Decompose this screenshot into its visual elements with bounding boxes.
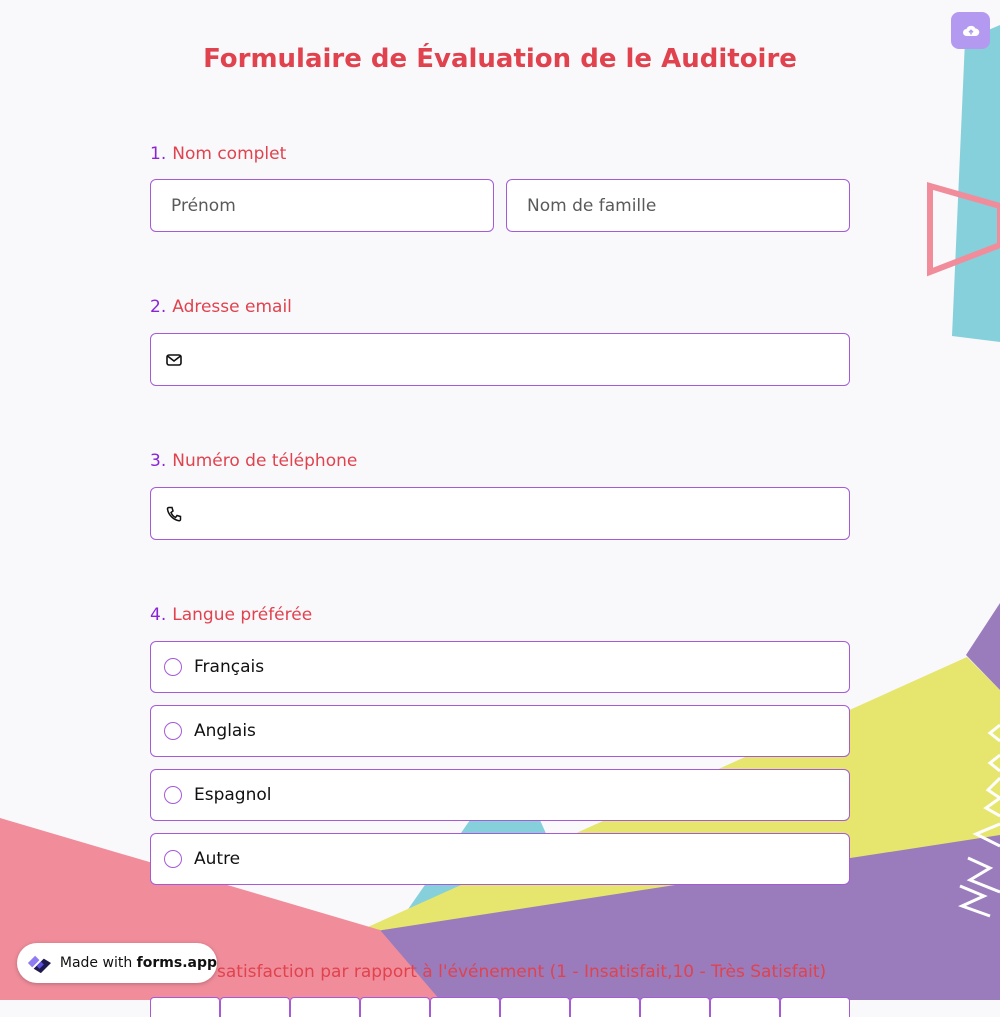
rating-option-7[interactable] (570, 997, 640, 1017)
option-espagnol[interactable]: Espagnol (150, 769, 850, 821)
rating-option-5[interactable] (430, 997, 500, 1017)
rating-option-1[interactable] (150, 997, 220, 1017)
rating-option-3[interactable] (290, 997, 360, 1017)
question-number: 3. (150, 451, 167, 471)
question-5-label: satisfaction par rapport à l'événement (… (217, 962, 827, 982)
rating-option-4[interactable] (360, 997, 430, 1017)
question-text: Numéro de téléphone (172, 451, 358, 471)
last-name-placeholder: Nom de famille (527, 195, 657, 216)
question-text: Adresse email (172, 297, 292, 317)
question-number: 4. (150, 605, 167, 625)
envelope-icon (165, 351, 183, 369)
question-number: 2. (150, 297, 167, 317)
form-title: Formulaire de Évaluation de le Auditoire (203, 44, 797, 74)
badge-prefix: Made with (59, 955, 133, 971)
radio-button[interactable] (164, 722, 182, 740)
question-2-label: 2. Adresse email (150, 297, 292, 317)
rating-option-6[interactable] (500, 997, 570, 1017)
question-number: 1. (150, 144, 167, 164)
email-input[interactable] (150, 333, 850, 386)
option-autre[interactable]: Autre (150, 833, 850, 885)
last-name-input[interactable]: Nom de famille (506, 179, 850, 232)
rating-option-8[interactable] (640, 997, 710, 1017)
phone-input[interactable] (150, 487, 850, 540)
badge-brand: forms.app (136, 955, 217, 971)
rating-option-10[interactable] (780, 997, 850, 1017)
option-label: Espagnol (194, 785, 272, 805)
rating-scale (150, 997, 850, 1017)
question-1-label: 1. Nom complet (150, 144, 286, 164)
question-text: Nom complet (172, 144, 287, 164)
upload-button[interactable] (951, 12, 990, 49)
rating-option-2[interactable] (220, 997, 290, 1017)
question-3-label: 3. Numéro de téléphone (150, 451, 357, 471)
question-text: Langue préférée (172, 605, 313, 625)
forms-app-logo-icon (27, 955, 52, 974)
radio-button[interactable] (164, 658, 182, 676)
option-label: Anglais (194, 721, 256, 741)
rating-option-9[interactable] (710, 997, 780, 1017)
radio-button[interactable] (164, 850, 182, 868)
cloud-upload-icon (962, 25, 979, 36)
made-with-badge[interactable]: Made with forms.app (17, 943, 217, 983)
option-francais[interactable]: Français (150, 641, 850, 693)
phone-icon (165, 505, 183, 523)
first-name-placeholder: Prénom (171, 195, 236, 216)
option-label: Autre (194, 849, 241, 869)
first-name-input[interactable]: Prénom (150, 179, 494, 232)
option-anglais[interactable]: Anglais (150, 705, 850, 757)
radio-button[interactable] (164, 786, 182, 804)
option-label: Français (194, 657, 265, 677)
question-4-label: 4. Langue préférée (150, 605, 312, 625)
